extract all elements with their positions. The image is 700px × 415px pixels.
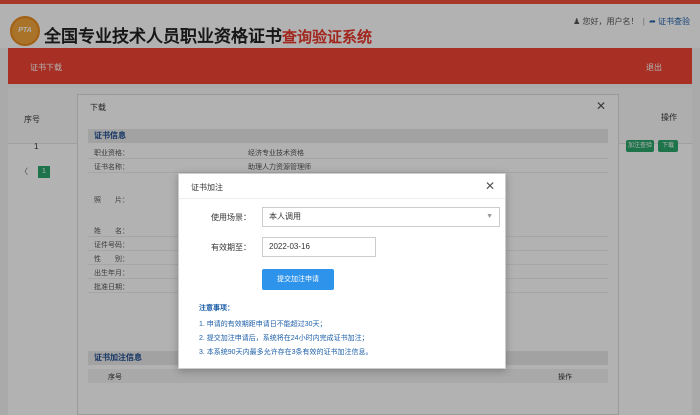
note-item: 3. 本系统90天内最多允许存在3条有效的证书加注信息。 xyxy=(199,349,373,356)
expiry-date-field[interactable]: 2022-03-16 xyxy=(262,237,376,257)
scene-label: 使用场景： xyxy=(211,213,251,222)
scene-select-value: 本人调用 xyxy=(269,212,301,221)
chevron-down-icon: ▼ xyxy=(486,213,493,220)
note-item: 1. 申请的有效期距申请日不能超过30天； xyxy=(199,321,327,328)
notes-title: 注意事项： xyxy=(199,305,234,312)
annotate-modal: 证书加注 ✕ 使用场景： 本人调用 ▼ 有效期至： 2022-03-16 提交加… xyxy=(178,173,506,369)
close-icon[interactable]: ✕ xyxy=(485,179,495,193)
scene-select[interactable]: 本人调用 ▼ xyxy=(262,207,500,227)
submit-annotation-button[interactable]: 提交加注申请 xyxy=(262,269,334,290)
annotate-modal-title: 证书加注 xyxy=(191,183,223,192)
note-item: 2. 提交加注申请后，系统将在24小时内完成证书加注； xyxy=(199,335,369,342)
expiry-label: 有效期至： xyxy=(211,243,251,252)
divider xyxy=(179,198,505,199)
